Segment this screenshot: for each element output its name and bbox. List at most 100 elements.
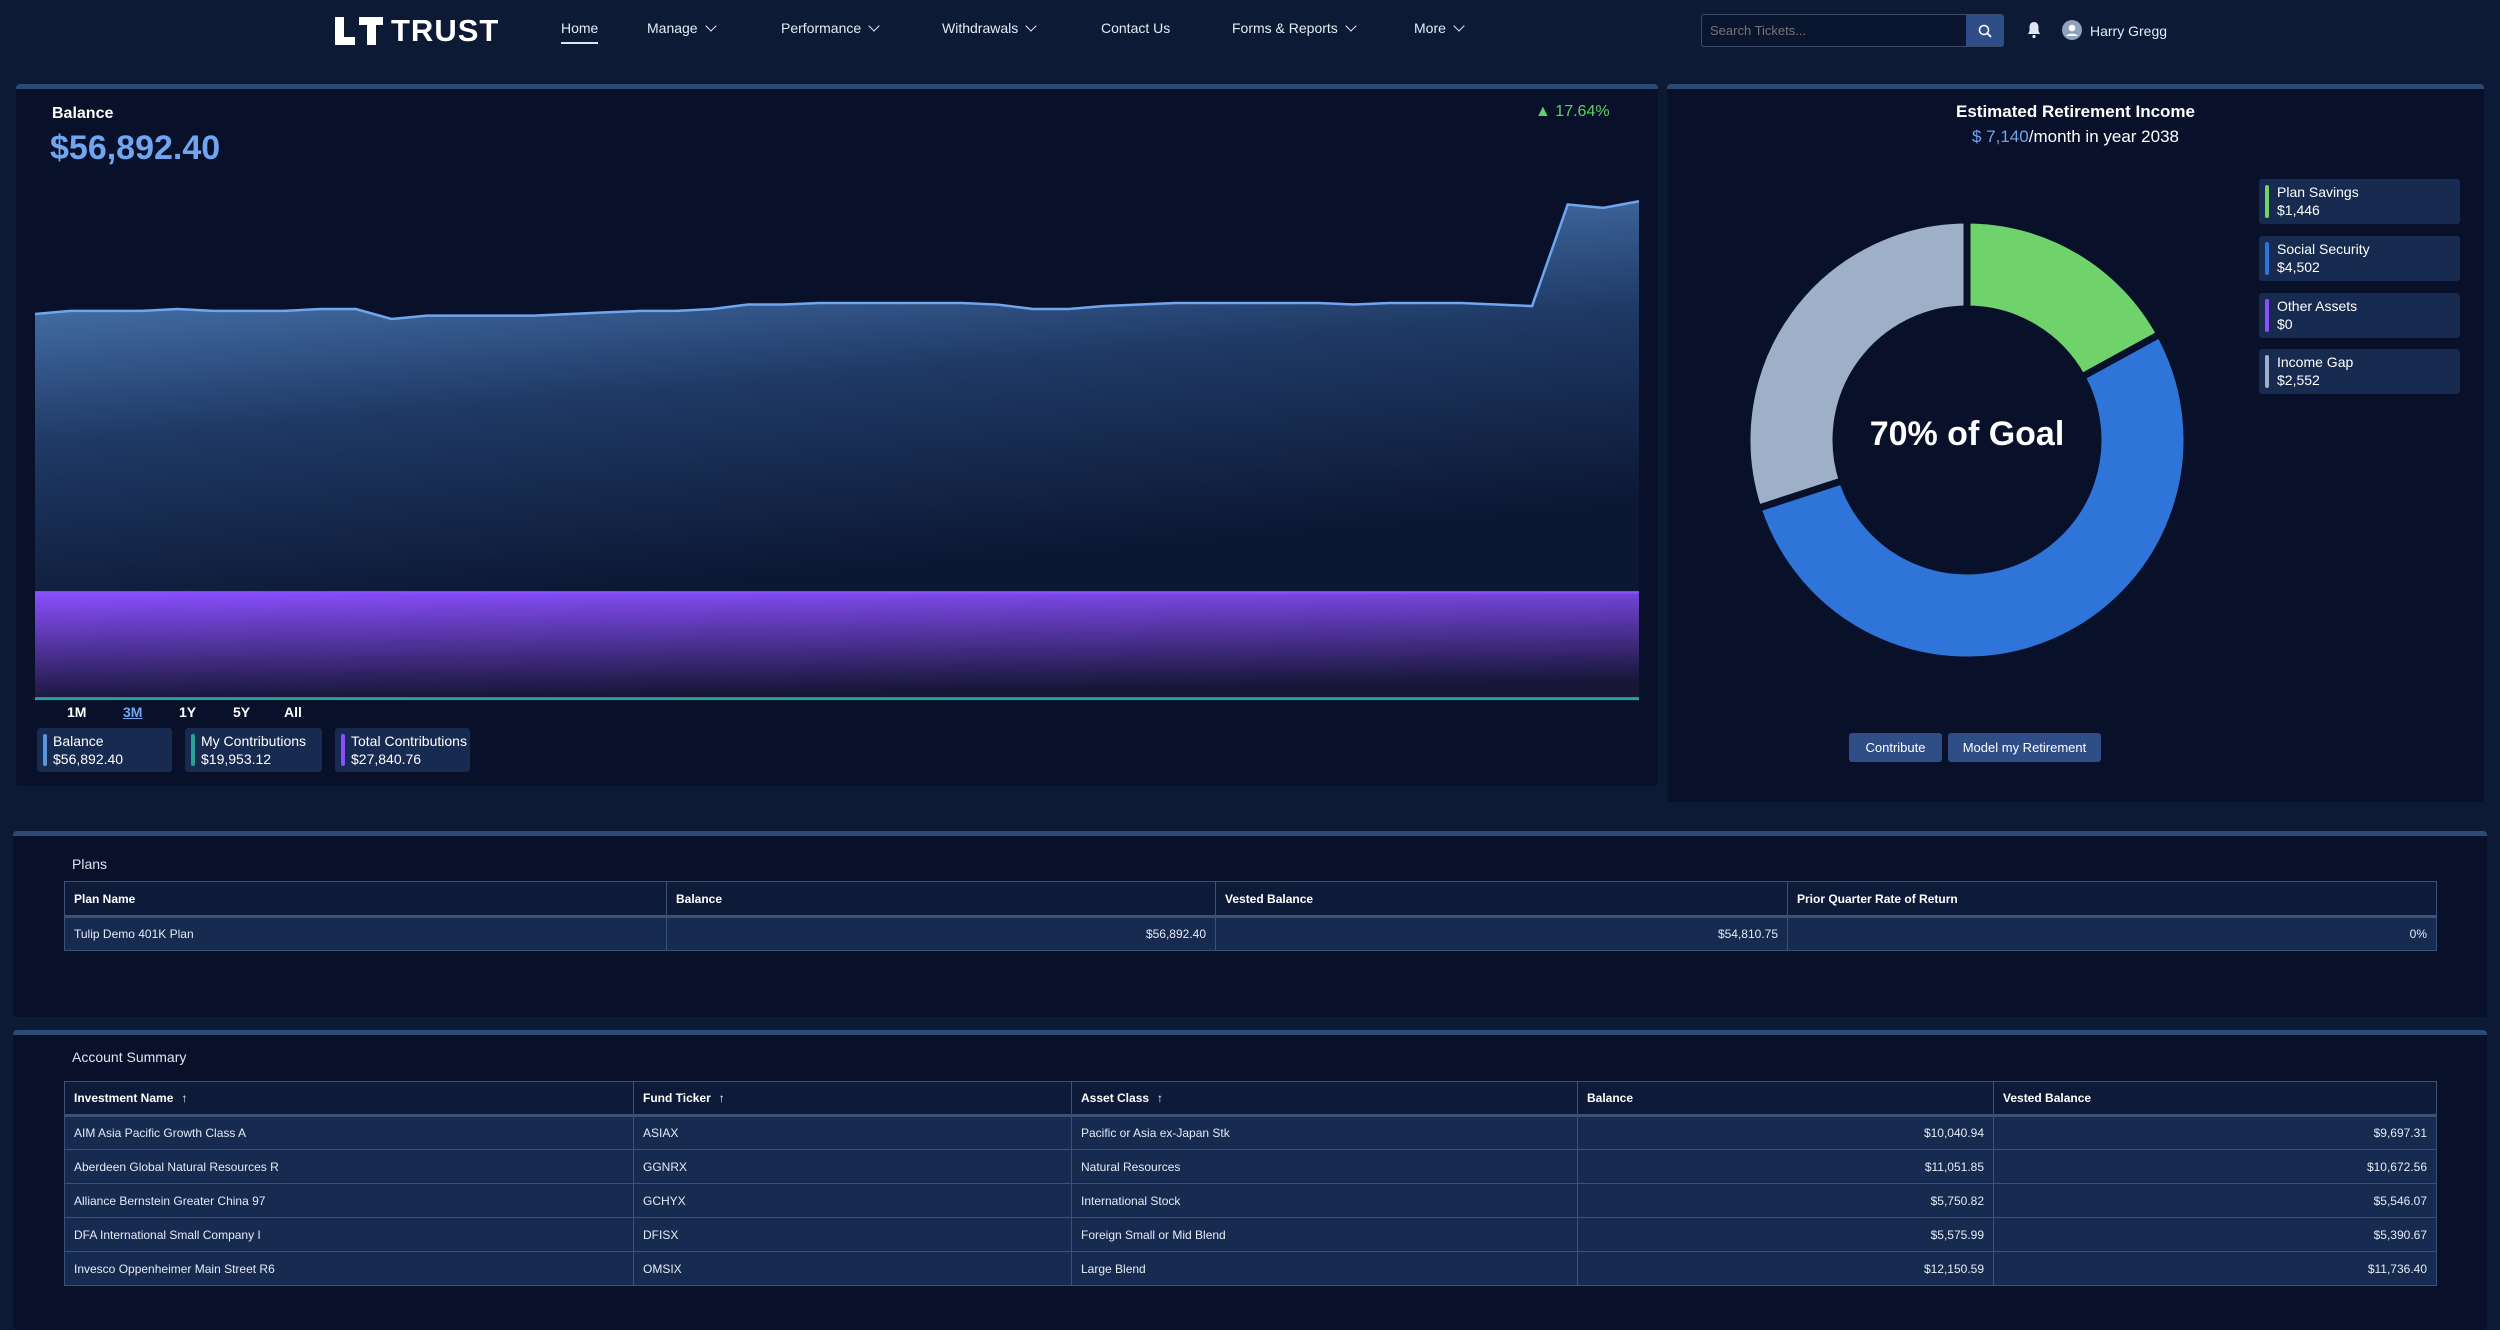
column-header[interactable]: Prior Quarter Rate of Return <box>1787 881 2437 918</box>
legend-label: Income Gap <box>2277 354 2354 370</box>
table-cell: $10,672.56 <box>1993 1149 2437 1184</box>
search-button[interactable] <box>1966 15 2003 46</box>
table-cell: $5,546.07 <box>1993 1183 2437 1218</box>
avatar[interactable] <box>2062 20 2082 40</box>
balance-area <box>35 201 1639 593</box>
table-cell: $11,051.85 <box>1577 1149 1994 1184</box>
legend-label: Balance <box>53 733 104 749</box>
column-header-label: Asset Class <box>1081 1091 1150 1105</box>
account-summary-title: Account Summary <box>72 1049 187 1065</box>
sort-up-icon[interactable]: ↑ <box>181 1091 187 1105</box>
table-cell: OMSIX <box>633 1251 1072 1286</box>
table-cell: $12,150.59 <box>1577 1251 1994 1286</box>
table-row[interactable]: AIM Asia Pacific Growth Class A ASIAX Paci… <box>64 1115 2437 1150</box>
column-header-label: Investment Name <box>74 1091 174 1105</box>
column-header-label: Prior Quarter Rate of Return <box>1797 891 1958 906</box>
plans-title: Plans <box>72 856 108 872</box>
legend-income-gap: Income Gap $2,552 <box>2259 349 2460 394</box>
table-cell: Aberdeen Global Natural Resources R <box>64 1149 634 1184</box>
column-header[interactable]: Vested Balance <box>1993 1081 2437 1117</box>
legend-label: Other Assets <box>2277 298 2358 314</box>
column-header[interactable]: Balance <box>666 881 1216 918</box>
timeframe-1y[interactable]: 1Y <box>179 704 196 720</box>
column-header[interactable]: Plan Name <box>64 881 667 918</box>
table-cell: ASIAX <box>633 1115 1072 1150</box>
contribute-button[interactable]: Contribute <box>1849 733 1942 762</box>
timeframe-5y[interactable]: 5Y <box>233 704 250 720</box>
search-input[interactable] <box>1702 15 1967 46</box>
legend-value: $19,953.12 <box>201 751 272 767</box>
table-cell: AIM Asia Pacific Growth Class A <box>64 1115 634 1150</box>
retirement-subtitle: $ 7,140/month in year 2038 <box>1667 127 2484 147</box>
column-header[interactable]: Fund Ticker ↑ <box>633 1081 1072 1117</box>
legend-color-bar <box>2265 242 2269 275</box>
legend-color-bar <box>191 734 195 766</box>
table-row[interactable]: Invesco Oppenheimer Main Street R6 OMSIX L… <box>64 1251 2437 1286</box>
table-cell: $5,575.99 <box>1577 1217 1994 1252</box>
balance-line <box>34 200 1640 321</box>
table-cell: DFA International Small Company I <box>64 1217 634 1252</box>
legend-plan-savings: Plan Savings $1,446 <box>2259 179 2460 224</box>
total-contributions-area <box>35 592 1639 699</box>
table-row[interactable]: Tulip Demo 401K Plan $56,892.40 $54,810.75… <box>64 916 2437 951</box>
legend-color-bar <box>43 734 47 766</box>
timeframe-all[interactable]: All <box>284 704 302 720</box>
search-icon <box>1978 24 1992 38</box>
retirement-title: Estimated Retirement Income <box>1955 102 2195 121</box>
legend-color-bar <box>2265 299 2269 332</box>
legend-my-contributions: My Contributions $19,953.12 <box>185 728 322 772</box>
legend-balance: Balance $56,892.40 <box>37 728 172 772</box>
timeframe-3m[interactable]: 3M <box>123 704 142 720</box>
retirement-suffix: /month in year 2038 <box>2028 127 2179 146</box>
legend-social-security: Social Security $4,502 <box>2259 236 2460 281</box>
column-header[interactable]: Balance <box>1577 1081 1994 1117</box>
column-header[interactable]: Asset Class ↑ <box>1071 1081 1578 1117</box>
sort-up-icon[interactable]: ↑ <box>719 1091 725 1105</box>
donut-center-label: 70% of Goal <box>1869 415 2065 453</box>
retirement-amount: $ 7,140 <box>1972 127 2029 146</box>
bell-icon[interactable] <box>2026 21 2042 39</box>
column-header-label: Balance <box>1587 1091 1634 1105</box>
timeframe-1m[interactable]: 1M <box>67 704 86 720</box>
legend-label: Social Security <box>2277 241 2370 257</box>
balance-chart <box>34 200 1640 701</box>
table-cell: $10,040.94 <box>1577 1115 1994 1150</box>
donut-slice-income-gap[interactable] <box>1743 216 1971 513</box>
table-row[interactable]: Alliance Bernstein Greater China 97 GCHYX… <box>64 1183 2437 1218</box>
table-cell: Tulip Demo 401K Plan <box>64 916 667 951</box>
table-cell: $54,810.75 <box>1215 916 1788 951</box>
column-header-label: Vested Balance <box>2003 1091 2092 1105</box>
user-name[interactable]: Harry Gregg <box>2090 23 2167 39</box>
legend-label: Total Contributions <box>351 733 467 749</box>
table-cell: $9,697.31 <box>1993 1115 2437 1150</box>
legend-color-bar <box>2265 355 2269 388</box>
table-cell: Large Blend <box>1071 1251 1578 1286</box>
table-cell: GGNRX <box>633 1149 1072 1184</box>
table-cell: $56,892.40 <box>666 916 1216 951</box>
table-cell: 0% <box>1787 916 2437 951</box>
column-header-label: Fund Ticker <box>643 1091 711 1105</box>
table-cell: $11,736.40 <box>1993 1251 2437 1286</box>
legend-color-bar <box>341 734 345 766</box>
table-cell: DFISX <box>633 1217 1072 1252</box>
legend-value: $0 <box>2277 316 2293 332</box>
column-header-label: Plan Name <box>74 891 136 906</box>
table-row[interactable]: Aberdeen Global Natural Resources R GGNRX… <box>64 1149 2437 1184</box>
sort-up-icon[interactable]: ↑ <box>1157 1091 1163 1105</box>
table-cell: Invesco Oppenheimer Main Street R6 <box>64 1251 634 1286</box>
column-header[interactable]: Investment Name ↑ <box>64 1081 634 1117</box>
legend-total-contributions: Total Contributions $27,840.76 <box>335 728 470 772</box>
column-header[interactable]: Vested Balance <box>1215 881 1788 918</box>
table-cell: $5,750.82 <box>1577 1183 1994 1218</box>
legend-color-bar <box>2265 185 2269 218</box>
table-cell: Natural Resources <box>1071 1149 1578 1184</box>
legend-value: $1,446 <box>2277 202 2320 218</box>
legend-label: My Contributions <box>201 733 307 749</box>
model-retirement-button[interactable]: Model my Retirement <box>1948 733 2101 762</box>
legend-value: $56,892.40 <box>53 751 124 767</box>
table-row[interactable]: DFA International Small Company I DFISX Fo… <box>64 1217 2437 1252</box>
plans-table: Plan Name Balance Vested Balance Prior Quar… <box>64 881 2437 951</box>
legend-other-assets: Other Assets $0 <box>2259 293 2460 338</box>
table-header-row: Plan Name Balance Vested Balance Prior Quar… <box>64 881 2437 918</box>
legend-value: $27,840.76 <box>351 751 422 767</box>
